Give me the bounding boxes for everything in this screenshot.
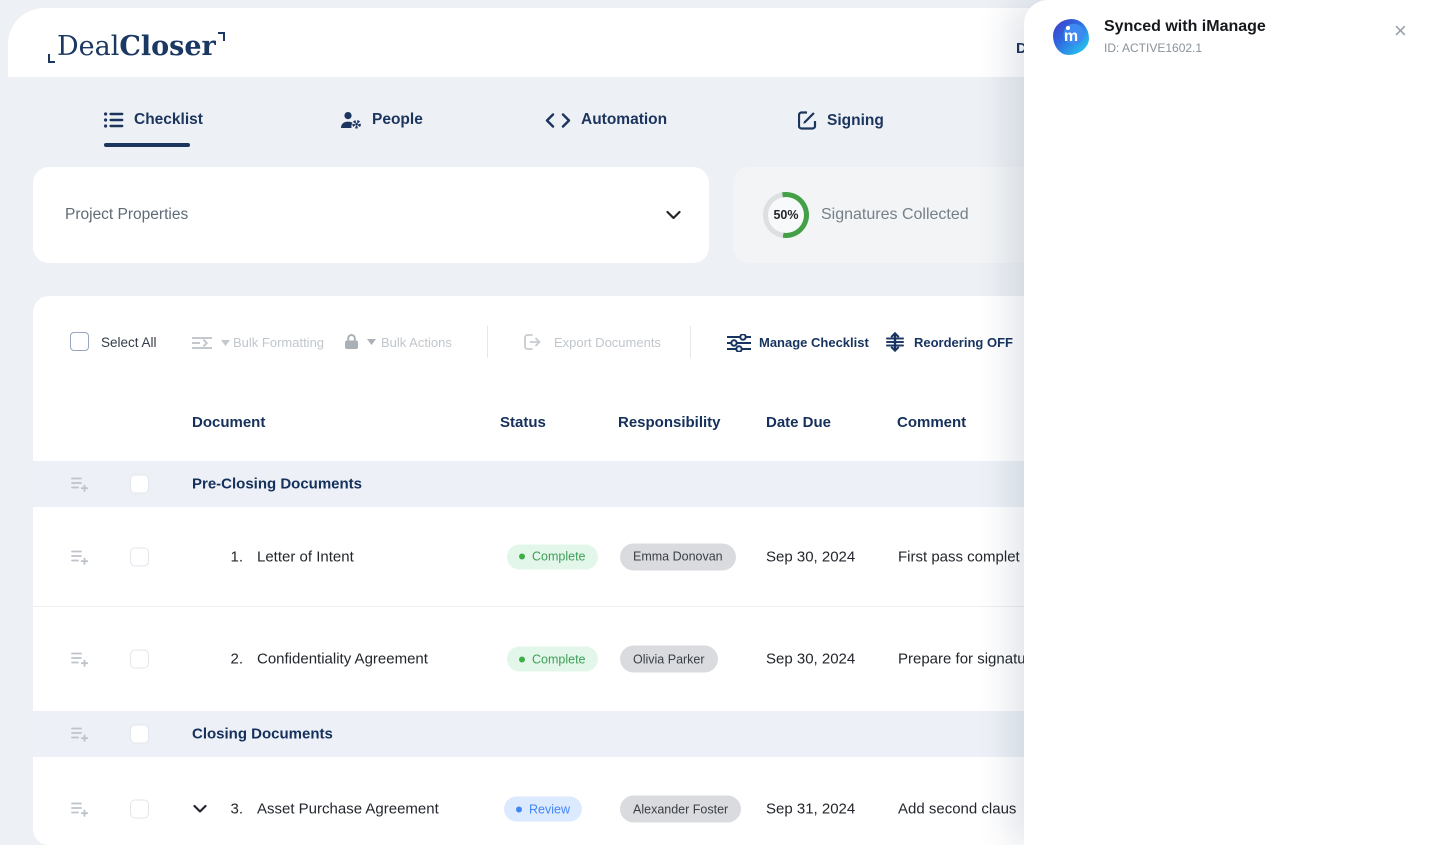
document-title[interactable]: Letter of Intent (257, 548, 354, 565)
status-label: Review (529, 802, 570, 816)
assignee-badge[interactable]: Olivia Parker (620, 645, 718, 673)
logo-bracket-right-icon (217, 32, 225, 41)
row-checkbox[interactable] (130, 724, 149, 744)
manage-checklist-button[interactable]: Manage Checklist (759, 335, 869, 350)
row-number: 2. (230, 650, 243, 668)
toolbar-divider (487, 326, 488, 358)
project-properties-card[interactable]: Project Properties (33, 167, 709, 263)
panel-title: Synced with iManage (1104, 18, 1266, 35)
status-badge[interactable]: Complete (507, 646, 598, 672)
status-label: Complete (532, 652, 586, 666)
panel-document-id: ID: ACTIVE1602.1 (1104, 41, 1203, 55)
project-properties-label: Project Properties (65, 206, 189, 223)
date-due-value[interactable]: Sep 30, 2024 (766, 548, 855, 565)
tab-automation-label: Automation (581, 111, 668, 128)
status-dot-icon (519, 656, 525, 662)
add-row-icon[interactable] (71, 726, 89, 742)
tab-automation[interactable]: Automation (545, 111, 667, 129)
comment-value[interactable]: Prepare for signatu (898, 651, 1026, 668)
comment-value[interactable]: Add second claus (898, 801, 1016, 818)
row-checkbox[interactable] (130, 649, 149, 669)
row-number: 1. (230, 548, 243, 565)
add-row-icon[interactable] (71, 801, 89, 817)
app-screen: Deal Closer De Checklist People Automati… (0, 0, 1440, 845)
comment-value[interactable]: First pass complet (898, 548, 1020, 565)
add-row-icon[interactable] (71, 476, 89, 492)
imanage-logo: m (1053, 19, 1089, 55)
export-documents-button[interactable]: Export Documents (554, 335, 661, 350)
section-title: Pre-Closing Documents (192, 475, 363, 493)
assignee-badge[interactable]: Emma Donovan (620, 543, 736, 570)
toolbar-divider (690, 326, 691, 358)
row-checkbox[interactable] (130, 547, 149, 566)
tab-checklist-label: Checklist (134, 111, 203, 128)
status-dot-icon (519, 553, 525, 560)
section-title: Closing Documents (192, 725, 333, 743)
column-header-responsibility: Responsibility (618, 414, 721, 431)
add-row-icon[interactable] (71, 549, 89, 565)
row-checkbox[interactable] (130, 799, 149, 819)
row-checkbox[interactable] (130, 474, 149, 494)
column-header-document: Document (192, 414, 266, 431)
assignee-badge[interactable]: Alexander Foster (620, 795, 742, 823)
document-title[interactable]: Asset Purchase Agreement (257, 801, 439, 818)
date-due-value[interactable]: Sep 30, 2024 (766, 651, 855, 668)
add-row-icon[interactable] (71, 651, 89, 667)
status-badge[interactable]: Review (504, 796, 582, 822)
select-all-checkbox[interactable] (70, 332, 89, 351)
sign-pen-icon (798, 111, 817, 130)
tab-signing[interactable]: Signing (798, 111, 884, 130)
signatures-collected-card: 50% Signatures Collected (733, 167, 1063, 263)
logo-text-deal: Deal (57, 31, 120, 62)
dealcloser-logo[interactable]: Deal Closer (48, 30, 225, 64)
bulk-formatting-button[interactable]: Bulk Formatting (233, 335, 324, 350)
logo-bracket-left-icon (48, 54, 55, 63)
reordering-toggle-button[interactable]: Reordering OFF (914, 335, 1013, 350)
reordering-arrows-icon (885, 332, 905, 352)
row-number: 3. (230, 800, 243, 818)
signatures-progress-ring: 50% (763, 192, 809, 238)
close-icon[interactable]: × (1394, 20, 1407, 42)
bulk-formatting-icon (191, 336, 230, 350)
date-due-value[interactable]: Sep 31, 2024 (766, 801, 855, 818)
select-all-label[interactable]: Select All (101, 335, 157, 350)
status-label: Complete (532, 549, 586, 564)
status-badge[interactable]: Complete (507, 544, 598, 569)
column-header-status: Status (500, 414, 546, 431)
signatures-collected-label: Signatures Collected (821, 206, 969, 223)
checklist-list-icon (104, 112, 124, 128)
status-dot-icon (516, 806, 522, 812)
manage-checklist-sliders-icon (727, 334, 751, 352)
chevron-down-icon[interactable] (666, 210, 681, 220)
tab-checklist[interactable]: Checklist (104, 111, 203, 129)
expand-chevron-down-icon[interactable] (193, 804, 207, 814)
tab-people[interactable]: People (340, 111, 423, 129)
bulk-actions-button[interactable]: Bulk Actions (381, 335, 452, 350)
people-gear-icon (340, 111, 362, 129)
export-documents-icon (524, 334, 544, 350)
column-header-comment: Comment (897, 414, 967, 431)
signatures-progress-percent: 50% (768, 197, 804, 233)
tab-people-label: People (372, 111, 423, 128)
document-title[interactable]: Confidentiality Agreement (257, 651, 428, 668)
tab-signing-label: Signing (827, 111, 884, 129)
column-header-date-due: Date Due (766, 414, 832, 431)
code-brackets-icon (545, 112, 571, 128)
logo-text-closer: Closer (119, 31, 216, 62)
tab-checklist-active-underline (104, 143, 190, 147)
bulk-actions-lock-icon (344, 333, 376, 350)
imanage-sync-panel: m Synced with iManage ID: ACTIVE1602.1 E… (1024, 0, 1440, 845)
